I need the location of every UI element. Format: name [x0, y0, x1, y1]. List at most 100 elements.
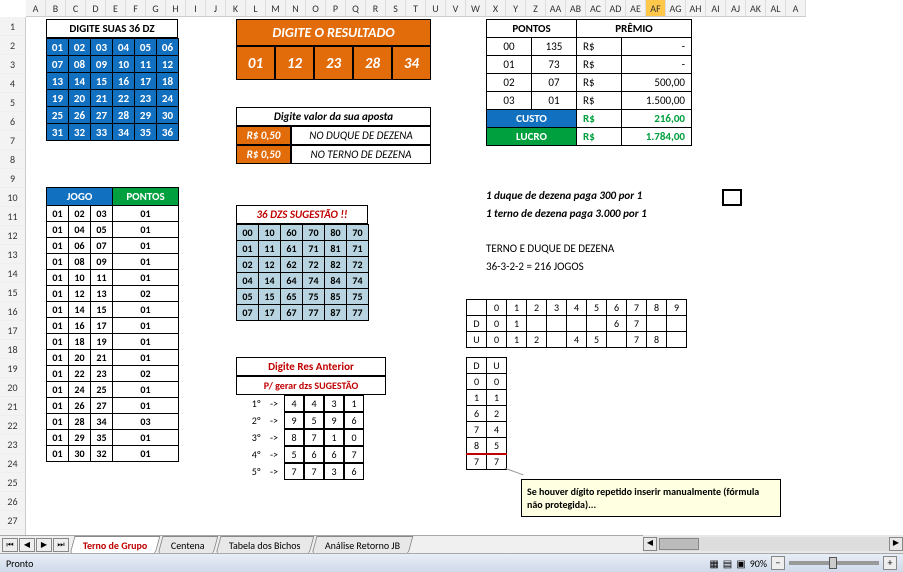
- col-header-U[interactable]: U: [426, 0, 446, 16]
- dz36-cell[interactable]: 17: [135, 73, 157, 90]
- dz36-cell[interactable]: 11: [135, 56, 157, 73]
- dz36-cell[interactable]: 21: [91, 90, 113, 107]
- resultado-num[interactable]: 28: [353, 46, 392, 80]
- sugestao-cell[interactable]: 75: [347, 289, 369, 305]
- selected-cell[interactable]: [722, 189, 742, 206]
- dz36-cell[interactable]: 12: [157, 56, 179, 73]
- sheet-tab[interactable]: Centena: [158, 536, 219, 554]
- sugestao-cell[interactable]: 04: [237, 273, 259, 289]
- pontos-cell[interactable]: 07: [532, 74, 577, 92]
- dz36-cell[interactable]: 29: [135, 107, 157, 124]
- jogo-num[interactable]: 13: [91, 286, 113, 302]
- dz36-cell[interactable]: 30: [157, 107, 179, 124]
- jogo-num[interactable]: 01: [47, 334, 69, 350]
- dz36-cell[interactable]: 35: [135, 124, 157, 141]
- dz36-cell[interactable]: 18: [157, 73, 179, 90]
- col-header-B[interactable]: B: [46, 0, 66, 16]
- zoom-level[interactable]: 90%: [750, 557, 767, 570]
- resultado-numbers[interactable]: 0112232834: [236, 46, 431, 80]
- jogo-num[interactable]: 20: [69, 350, 91, 366]
- digit-cell[interactable]: D: [467, 316, 487, 332]
- digit-cell[interactable]: 6: [607, 300, 627, 316]
- row-header-6[interactable]: 6: [0, 112, 25, 131]
- row-header-22[interactable]: 22: [0, 416, 25, 435]
- dz36-cell[interactable]: 01: [47, 39, 69, 56]
- jogo-pontos[interactable]: 01: [113, 382, 179, 398]
- jogo-pontos[interactable]: 01: [113, 238, 179, 254]
- dz36-cell[interactable]: 32: [69, 124, 91, 141]
- digit-cell[interactable]: [547, 316, 567, 332]
- col-header-W[interactable]: W: [466, 0, 486, 16]
- dz36-cell[interactable]: 20: [69, 90, 91, 107]
- jogo-pontos[interactable]: 01: [113, 318, 179, 334]
- row-header-27[interactable]: 27: [0, 511, 25, 530]
- jogo-num[interactable]: 01: [47, 398, 69, 414]
- col-header-K[interactable]: K: [226, 0, 246, 16]
- col-header-V[interactable]: V: [446, 0, 466, 16]
- digit-cell[interactable]: 0: [487, 332, 507, 348]
- dz36-cell[interactable]: 05: [135, 39, 157, 56]
- digit-cell[interactable]: 0: [487, 316, 507, 332]
- dz36-cell[interactable]: 04: [113, 39, 135, 56]
- row-header-15[interactable]: 15: [0, 283, 25, 302]
- pontos-cell[interactable]: 00: [487, 38, 532, 56]
- jogo-num[interactable]: 01: [47, 382, 69, 398]
- dz36-cell[interactable]: 23: [135, 90, 157, 107]
- row-header-18[interactable]: 18: [0, 340, 25, 359]
- row-header-14[interactable]: 14: [0, 264, 25, 283]
- col-header-O[interactable]: O: [306, 0, 326, 16]
- row-header-10[interactable]: 10: [0, 188, 25, 207]
- jogo-num[interactable]: 01: [47, 206, 69, 222]
- digit-cell[interactable]: 5: [587, 332, 607, 348]
- view-icon-2[interactable]: ▤: [723, 557, 732, 570]
- aposta-value[interactable]: R$ 0,50: [236, 126, 291, 145]
- jogo-pontos[interactable]: 02: [113, 286, 179, 302]
- digit-cell[interactable]: 1: [507, 316, 527, 332]
- du-cell[interactable]: 6: [467, 406, 487, 422]
- jogo-num[interactable]: 01: [47, 302, 69, 318]
- dz36-cell[interactable]: 26: [69, 107, 91, 124]
- resultado-num[interactable]: 01: [236, 46, 275, 80]
- digit-cell[interactable]: [667, 316, 687, 332]
- col-header-S[interactable]: S: [386, 0, 406, 16]
- dz36-table[interactable]: 0102030405060708091011121314151617181920…: [46, 38, 179, 141]
- res-ant-digit[interactable]: 4: [304, 395, 324, 412]
- res-ant-digit[interactable]: 0: [344, 429, 364, 446]
- res-ant-digit[interactable]: 3: [324, 463, 344, 480]
- dz36-cell[interactable]: 08: [69, 56, 91, 73]
- dz36-cell[interactable]: 31: [47, 124, 69, 141]
- row-headers[interactable]: 1234567891011121314151617181920212223242…: [0, 17, 26, 549]
- digit-cell[interactable]: [647, 316, 667, 332]
- dz36-cell[interactable]: 14: [69, 73, 91, 90]
- dz36-cell[interactable]: 06: [157, 39, 179, 56]
- res-ant-digit[interactable]: 1: [344, 395, 364, 412]
- digit-cell[interactable]: [547, 332, 567, 348]
- col-header-J[interactable]: J: [206, 0, 226, 16]
- jogo-num[interactable]: 11: [91, 270, 113, 286]
- sugestao-cell[interactable]: 15: [259, 289, 281, 305]
- digit-cell[interactable]: 5: [587, 300, 607, 316]
- jogo-num[interactable]: 01: [47, 446, 69, 462]
- du-cell[interactable]: 0: [467, 374, 487, 390]
- jogo-num[interactable]: 18: [69, 334, 91, 350]
- row-header-26[interactable]: 26: [0, 492, 25, 511]
- col-header-AH[interactable]: AH: [686, 0, 706, 16]
- row-header-23[interactable]: 23: [0, 435, 25, 454]
- jogo-num[interactable]: 01: [47, 350, 69, 366]
- jogo-num[interactable]: 03: [91, 206, 113, 222]
- zoom-out-button[interactable]: −: [771, 556, 785, 570]
- sugestao-cell[interactable]: 80: [325, 225, 347, 241]
- dz36-cell[interactable]: 16: [113, 73, 135, 90]
- col-header-Q[interactable]: Q: [346, 0, 366, 16]
- aposta-value[interactable]: R$ 0,50: [236, 145, 291, 164]
- jogo-num[interactable]: 01: [47, 366, 69, 382]
- jogo-num[interactable]: 25: [91, 382, 113, 398]
- res-ant-digit[interactable]: 7: [304, 429, 324, 446]
- jogo-pontos[interactable]: 02: [113, 366, 179, 382]
- col-header-AI[interactable]: AI: [706, 0, 726, 16]
- dz36-cell[interactable]: 34: [113, 124, 135, 141]
- col-header-AL[interactable]: AL: [766, 0, 786, 16]
- jogo-pontos[interactable]: 01: [113, 350, 179, 366]
- sugestao-cell[interactable]: 74: [303, 273, 325, 289]
- digit-cell[interactable]: [607, 332, 627, 348]
